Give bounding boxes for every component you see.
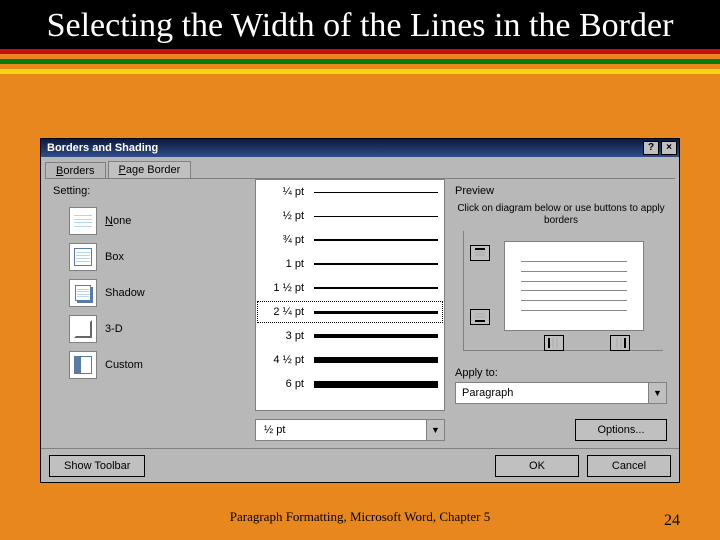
width-option-8[interactable]: 6 pt	[256, 372, 444, 396]
setting-custom-label: Custom	[105, 359, 143, 371]
chevron-down-icon[interactable]: ▼	[648, 383, 666, 403]
chevron-down-icon[interactable]: ▼	[426, 420, 444, 440]
dialog-titlebar[interactable]: Borders and Shading ? ×	[41, 139, 679, 157]
setting-shadow-label: Shadow	[105, 287, 145, 299]
width-option-3[interactable]: 1 pt	[256, 252, 444, 276]
apply-to-dropdown[interactable]: Paragraph ▼	[455, 382, 667, 404]
border-left-button[interactable]	[544, 335, 564, 351]
border-right-button[interactable]	[610, 335, 630, 351]
apply-to-value: Paragraph	[456, 387, 648, 399]
width-option-4[interactable]: 1 ½ pt	[256, 276, 444, 300]
border-top-button[interactable]	[470, 245, 490, 261]
help-button[interactable]: ?	[643, 141, 659, 155]
setting-custom[interactable]: Custom	[69, 347, 243, 383]
cancel-button[interactable]: Cancel	[587, 455, 671, 477]
decorative-stripes	[0, 49, 720, 74]
preview-frame	[463, 231, 663, 351]
setting-label: Setting:	[53, 185, 243, 197]
border-bottom-button[interactable]	[470, 309, 490, 325]
width-option-6[interactable]: 3 pt	[256, 324, 444, 348]
setting-none-label: None	[105, 215, 131, 227]
width-option-7[interactable]: 4 ½ pt	[256, 348, 444, 372]
width-option-0[interactable]: ¼ pt	[256, 180, 444, 204]
preview-label: Preview	[455, 185, 667, 197]
setting-3d-label: 3-D	[105, 323, 123, 335]
setting-shadow[interactable]: Shadow	[69, 275, 243, 311]
borders-shading-dialog: Borders and Shading ? × Borders Page Bor…	[40, 138, 680, 483]
tab-page-border[interactable]: Page Border	[108, 161, 192, 178]
width-option-5[interactable]: 2 ¼ pt	[256, 300, 444, 324]
width-dropdown[interactable]: ½ pt ▼	[255, 419, 445, 441]
show-toolbar-button[interactable]: Show Toolbar	[49, 455, 145, 477]
width-dropdown-value: ½ pt	[256, 424, 426, 436]
ok-button[interactable]: OK	[495, 455, 579, 477]
close-button[interactable]: ×	[661, 141, 677, 155]
setting-3d[interactable]: 3-D	[69, 311, 243, 347]
preview-diagram[interactable]	[504, 241, 644, 331]
page-number: 24	[664, 512, 680, 530]
options-button[interactable]: Options...	[575, 419, 667, 441]
setting-none[interactable]: None	[69, 203, 243, 239]
setting-box[interactable]: Box	[69, 239, 243, 275]
footer-text: Paragraph Formatting, Microsoft Word, Ch…	[230, 510, 490, 524]
width-option-2[interactable]: ¾ pt	[256, 228, 444, 252]
tab-borders[interactable]: Borders	[45, 162, 106, 179]
width-option-1[interactable]: ½ pt	[256, 204, 444, 228]
slide-title: Selecting the Width of the Lines in the …	[0, 0, 720, 49]
apply-to-label: Apply to:	[455, 367, 667, 379]
dialog-title: Borders and Shading	[47, 142, 158, 154]
setting-box-label: Box	[105, 251, 124, 263]
width-listbox[interactable]: ¼ pt ½ pt ¾ pt 1 pt 1 ½ pt 2 ¼ pt 3 pt 4…	[255, 179, 445, 411]
preview-hint: Click on diagram below or use buttons to…	[455, 203, 667, 227]
